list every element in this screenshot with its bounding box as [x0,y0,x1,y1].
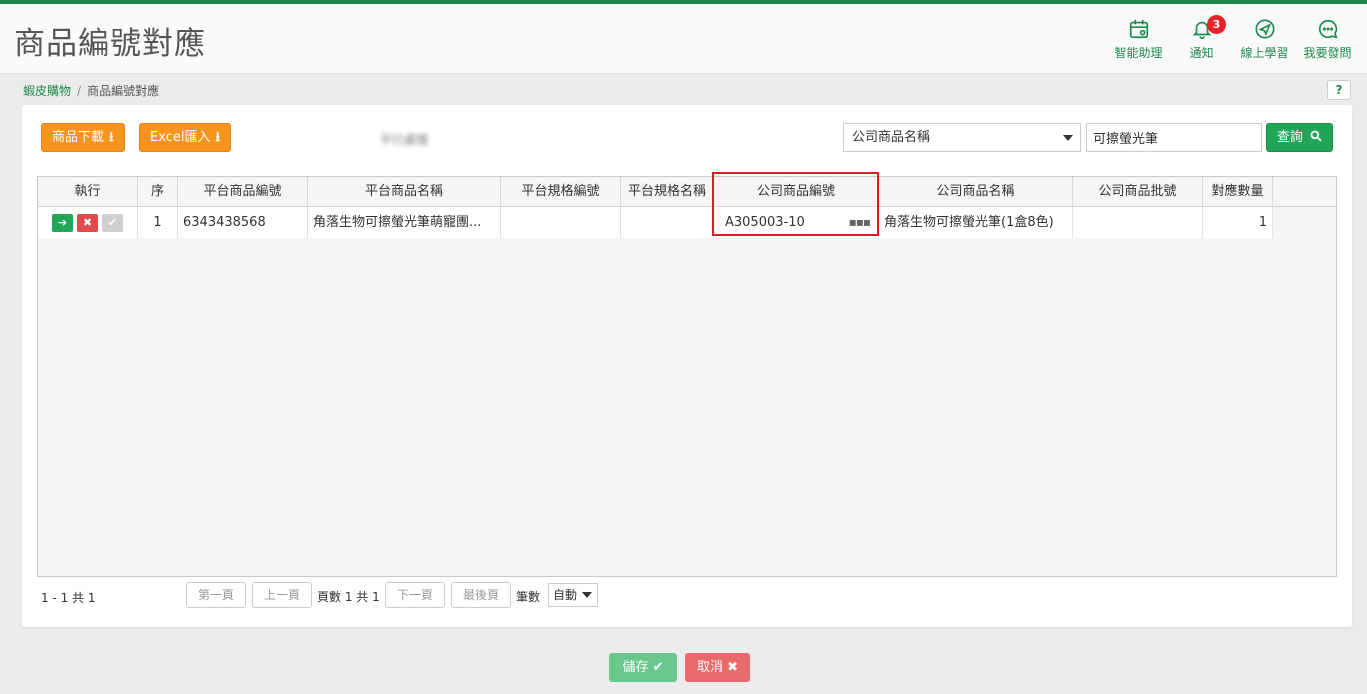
breadcrumb-current: 商品編號對應 [87,84,160,98]
notification-badge: 3 [1207,15,1226,34]
first-page-button[interactable]: 第一頁 [186,582,246,608]
excel-import-button[interactable]: Excel匯入 ⭳ [139,123,231,152]
close-icon[interactable]: ✖ [77,214,98,232]
mapping-grid: 執行 序 平台商品編號 平台商品名稱 平台規格編號 平台規格名稱 公司商品編號 … [37,176,1337,577]
online-learning-button[interactable]: 線上學習 [1233,18,1296,61]
calendar-icon [1129,19,1148,39]
cancel-label: 取消 [696,660,723,675]
query-label: 查詢 [1276,130,1303,145]
column-header-company-product-name[interactable]: 公司商品名稱 [879,177,1073,207]
ask-question-label: 我要發問 [1303,46,1352,60]
help-button[interactable]: ? [1327,80,1351,100]
page-size-value: 自動 [553,588,578,602]
online-learning-label: 線上學習 [1240,46,1289,60]
page-title: 商品編號對應 [14,26,206,62]
cell-company-product-no[interactable]: A305003-10 ▪▪▪ [714,207,879,238]
check-icon[interactable]: ✔ [102,214,123,232]
check-icon: ✔ [652,660,664,675]
cell-platform-spec-name [621,207,714,238]
search-field-value: 公司商品名稱 [852,130,931,145]
column-header-action[interactable]: 執行 [38,177,138,207]
column-header-platform-product-name[interactable]: 平台商品名稱 [308,177,501,207]
prev-page-button[interactable]: 上一頁 [252,582,312,608]
company-product-no-value: A305003-10 [725,215,805,230]
search-field-select[interactable]: 公司商品名稱 [843,123,1081,152]
product-download-label: 商品下載 [52,130,105,145]
cell-platform-product-no: 6343438568 [178,207,308,238]
pager: 1 - 1 共 1 第一頁 上一頁 頁數 1 共 1 下一頁 最後頁 筆數 自動 [22,582,1352,612]
cell-seq: 1 [138,207,178,238]
product-download-button[interactable]: 商品下載 ⭳ [41,123,125,152]
cell-qty: 1 [1203,207,1273,238]
column-header-qty[interactable]: 對應數量 [1203,177,1273,207]
blurred-text: 平行處理 [380,133,429,147]
pager-info: 1 - 1 共 1 [41,591,96,605]
save-button[interactable]: 儲存 ✔ [609,653,677,682]
cell-platform-spec-no [501,207,621,238]
download-icon: ⭳ [109,130,114,145]
column-header-platform-product-no[interactable]: 平台商品編號 [178,177,308,207]
table-row[interactable]: ➔ ✖ ✔ 1 6343438568 角落生物可擦螢光筆萌寵團... A3050… [38,207,1273,238]
notification-button[interactable]: 3 通知 [1170,15,1233,61]
column-header-platform-spec-name[interactable]: 平台規格名稱 [621,177,714,207]
search-icon [1310,130,1322,142]
query-button[interactable]: 查詢 [1266,123,1333,152]
paper-plane-icon [1254,19,1275,39]
chevron-down-icon [1063,135,1073,141]
next-page-button[interactable]: 下一頁 [385,582,445,608]
page-size-label: 筆數 [516,590,541,604]
cancel-button[interactable]: 取消 ✖ [685,653,750,682]
save-label: 儲存 [622,660,649,675]
grid-header: 執行 序 平台商品編號 平台商品名稱 平台規格編號 平台規格名稱 公司商品編號 … [38,177,1336,207]
breadcrumb-link-shopee[interactable]: 蝦皮購物 [23,84,71,98]
chat-icon [1318,19,1337,39]
search-input[interactable] [1086,123,1262,152]
column-header-company-batch-no[interactable]: 公司商品批號 [1073,177,1203,207]
column-header-company-product-no[interactable]: 公司商品編號 [714,177,879,207]
notification-label: 通知 [1189,46,1214,60]
cell-company-product-name: 角落生物可擦螢光筆(1盒8色) [879,207,1073,238]
page-header: 商品編號對應 智能助理 3 通知 線上學習 我要發問 [0,4,1367,74]
page-indicator: 頁數 1 共 1 [317,590,380,604]
smart-assistant-label: 智能助理 [1114,46,1163,60]
breadcrumb: 蝦皮購物 / 商品編號對應 [23,82,159,99]
cell-platform-product-name: 角落生物可擦螢光筆萌寵團... [308,207,501,238]
cell-company-batch-no [1073,207,1203,238]
close-icon: ✖ [727,660,739,675]
column-header-seq[interactable]: 序 [138,177,178,207]
arrow-right-icon[interactable]: ➔ [52,214,73,232]
download-icon: ⭳ [215,130,220,145]
breadcrumb-separator: / [77,84,82,98]
last-page-button[interactable]: 最後頁 [451,582,511,608]
smart-assistant-button[interactable]: 智能助理 [1107,18,1170,61]
main-card: 商品下載 ⭳ Excel匯入 ⭳ 平行處理 公司商品名稱 查詢 執行 序 平台商品編… [22,105,1352,627]
row-actions-cell: ➔ ✖ ✔ [38,207,138,238]
ask-question-button[interactable]: 我要發問 [1296,18,1359,61]
column-header-platform-spec-no[interactable]: 平台規格編號 [501,177,621,207]
header-actions: 智能助理 3 通知 線上學習 我要發問 [1107,15,1359,61]
excel-import-label: Excel匯入 [150,130,211,145]
more-icon[interactable]: ▪▪▪ [849,207,871,238]
page-size-select[interactable]: 自動 [548,583,598,607]
chevron-down-icon [582,592,592,598]
